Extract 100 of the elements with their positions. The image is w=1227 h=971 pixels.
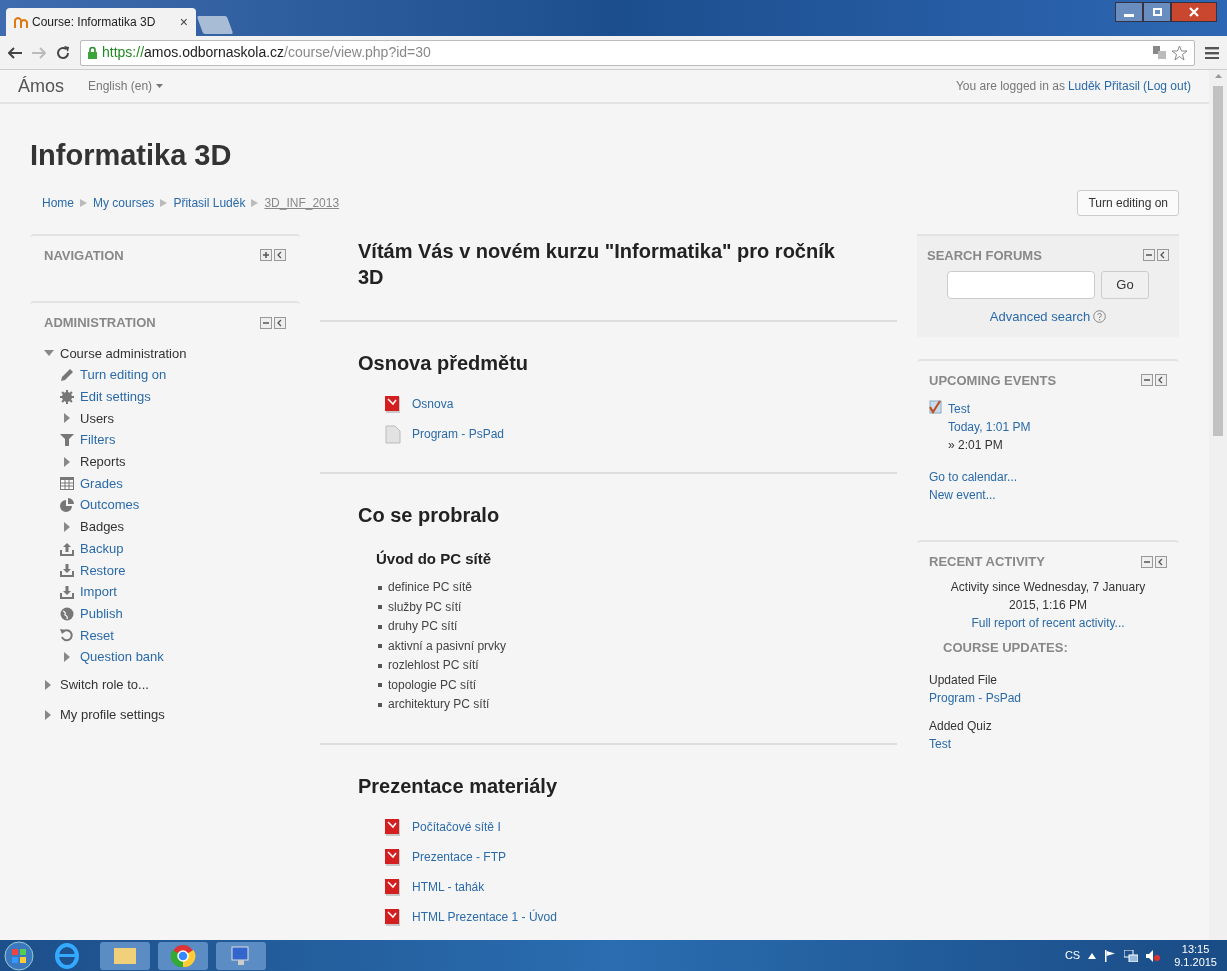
block-controls-icon[interactable] — [1141, 374, 1167, 387]
start-button[interactable] — [4, 940, 34, 971]
pencil-icon — [60, 368, 74, 383]
list-item: služby PC sítí — [388, 598, 462, 616]
tree-item[interactable]: Switch role to... — [60, 674, 149, 696]
chrome-icon[interactable] — [158, 941, 208, 970]
collapsed-arrow-icon[interactable] — [44, 679, 52, 690]
network-icon[interactable] — [1124, 949, 1139, 962]
go-button[interactable]: Go — [1101, 271, 1149, 299]
tree-item[interactable]: Filters — [80, 429, 116, 451]
block-controls-icon[interactable] — [260, 249, 286, 262]
event-link[interactable]: Test — [948, 400, 1031, 418]
tree-item[interactable]: Outcomes — [80, 494, 140, 517]
event-date-link[interactable]: Today, 1:01 PM — [948, 418, 1031, 436]
collapsed-arrow-icon[interactable] — [63, 652, 71, 663]
language-menu[interactable]: English (en) — [88, 77, 164, 95]
resource-link[interactable]: Počítačové sítě I — [412, 817, 501, 836]
quiz-icon — [929, 400, 942, 414]
update-link[interactable]: Program - PsPad — [929, 689, 1167, 707]
translate-icon[interactable] — [1153, 46, 1167, 59]
star-icon[interactable] — [1171, 44, 1188, 61]
full-report-link[interactable]: Full report of recent activity... — [971, 613, 1125, 632]
collapsed-arrow-icon[interactable] — [63, 456, 71, 467]
flag-icon[interactable] — [1104, 949, 1117, 962]
folder-icon[interactable] — [100, 941, 150, 970]
tree-item[interactable]: Turn editing on — [80, 364, 167, 386]
list-item: topologie PC sítí — [388, 676, 477, 694]
bullet-icon — [378, 702, 382, 707]
back-icon[interactable] — [8, 46, 22, 59]
tree-item[interactable]: Import — [80, 581, 117, 603]
minimize-button[interactable] — [1115, 2, 1143, 22]
list-item: rozlehlost PC sítí — [388, 657, 479, 674]
list-item: aktivní a pasivní prvky — [388, 637, 507, 655]
tree-item[interactable]: Badges — [80, 516, 125, 538]
table-icon — [60, 477, 74, 491]
tray-arrow-icon[interactable] — [1088, 952, 1097, 959]
calendar-link[interactable]: Go to calendar... — [929, 468, 1167, 486]
bullet-icon — [378, 644, 382, 649]
breadcrumb-link[interactable]: Home — [42, 193, 74, 212]
tree-item[interactable]: Restore — [80, 559, 126, 582]
resource-link[interactable]: HTML Prezentace 1 - Úvod — [412, 907, 557, 926]
close-button[interactable] — [1171, 2, 1217, 22]
scroll-up-icon[interactable] — [1214, 74, 1222, 78]
tree-item[interactable]: Publish — [80, 602, 123, 625]
reload-icon[interactable] — [56, 45, 70, 60]
language-indicator[interactable]: CS — [1064, 947, 1081, 964]
block-title: ADMINISTRATION — [44, 314, 156, 332]
tree-item[interactable]: Question bank — [80, 646, 164, 669]
site-brand[interactable]: Ámos — [18, 72, 64, 100]
tree-item[interactable]: Edit settings — [80, 385, 151, 408]
monitor-icon[interactable] — [216, 941, 266, 970]
search-field[interactable] — [947, 271, 1096, 299]
tree-item[interactable]: Course administration — [60, 342, 187, 365]
tab-close-button[interactable]: × — [179, 11, 188, 33]
tree-item[interactable]: Reset — [80, 624, 114, 647]
new-tab-button[interactable] — [196, 16, 234, 34]
collapsed-arrow-icon[interactable] — [63, 413, 71, 424]
caret-icon — [156, 84, 164, 88]
restore-button[interactable] — [1143, 2, 1171, 22]
resource-link[interactable]: Program - PsPad — [412, 424, 505, 443]
collapsed-arrow-icon[interactable] — [44, 709, 52, 720]
calendar-link[interactable]: New event... — [929, 486, 1167, 504]
user-link[interactable]: Luděk Přitasil — [1067, 77, 1140, 95]
breadcrumb-link[interactable]: My courses — [93, 193, 155, 212]
expanded-arrow-icon[interactable] — [44, 349, 54, 358]
muted-speaker-icon[interactable] — [1146, 949, 1161, 962]
update-link[interactable]: Test — [929, 735, 1167, 753]
section-heading: Prezentace materiály — [358, 773, 558, 799]
reset-icon — [60, 628, 74, 643]
clock-date: 9.1.2015 — [1174, 955, 1217, 969]
address-bar[interactable]: https://amos.odbornaskola.cz/course/view.php?id=30 — [80, 39, 1195, 66]
resource-link[interactable]: HTML - tahák — [412, 877, 485, 896]
scrollbar-thumb[interactable] — [1213, 86, 1223, 436]
block-controls-icon[interactable] — [1143, 249, 1169, 262]
help-icon[interactable] — [1093, 310, 1107, 324]
breadcrumb-link[interactable]: 3D_INF_2013 — [264, 193, 340, 212]
tree-item[interactable]: Grades — [80, 472, 123, 495]
turn-editing-on-button[interactable]: Turn editing on — [1077, 189, 1179, 216]
globe-icon — [60, 606, 74, 621]
pdf-file-icon — [384, 846, 402, 867]
resource-link[interactable]: Osnova — [412, 394, 454, 413]
block-controls-icon[interactable] — [1141, 555, 1167, 568]
advanced-search-link[interactable]: Advanced search — [989, 307, 1091, 327]
tree-item[interactable]: Users — [80, 407, 114, 430]
pdf-file-icon — [384, 906, 402, 927]
pdf-file-icon — [384, 816, 402, 837]
scrollbar[interactable] — [1209, 70, 1227, 940]
bullet-icon — [378, 605, 382, 610]
tree-item[interactable]: Backup — [80, 537, 124, 560]
menu-icon[interactable] — [1205, 46, 1219, 59]
block-controls-icon[interactable] — [260, 316, 286, 329]
pdf-file-icon — [384, 393, 402, 414]
tree-item[interactable]: My profile settings — [60, 703, 165, 726]
resource-link[interactable]: Prezentace - FTP — [412, 847, 507, 866]
logout-link[interactable]: (Log out) — [1142, 77, 1191, 95]
breadcrumb-link[interactable]: Přitasil Luděk — [173, 193, 246, 212]
collapsed-arrow-icon[interactable] — [63, 521, 71, 532]
event-end-time: » 2:01 PM — [948, 437, 1004, 454]
browser-tab[interactable]: Course: Informatika 3D × — [6, 8, 196, 36]
tree-item[interactable]: Reports — [80, 451, 126, 473]
